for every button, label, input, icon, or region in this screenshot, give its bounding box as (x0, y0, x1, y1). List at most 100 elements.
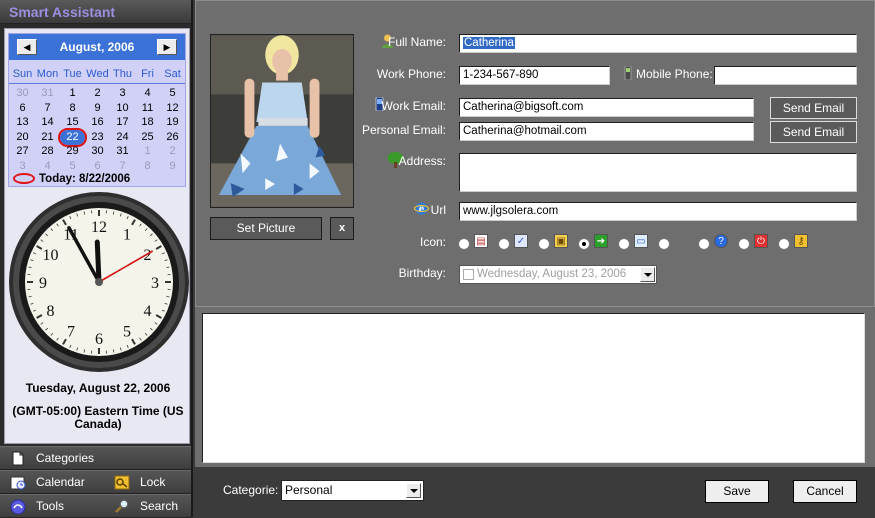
calendar-day[interactable]: 1 (135, 144, 160, 159)
calendar-day[interactable]: 20 (10, 130, 35, 145)
today-link[interactable]: Today: 8/22/2006 (13, 171, 130, 187)
calendar-day[interactable]: 28 (35, 144, 60, 159)
calendar-day[interactable]: 8 (135, 159, 160, 174)
search-icon (114, 499, 130, 514)
exit-arrow-icon: ➔ (594, 234, 608, 248)
notes-textarea[interactable] (202, 313, 865, 463)
calendar-day[interactable]: 30 (85, 144, 110, 159)
nav-row-calendar-lock: Calendar Lock (0, 470, 191, 494)
notes-panel (195, 307, 875, 467)
icon-radio[interactable] (778, 238, 790, 250)
icon-radio[interactable] (458, 238, 470, 250)
work-phone-input[interactable]: 1-234-567-890 (459, 66, 610, 85)
set-picture-button[interactable]: Set Picture (210, 217, 322, 240)
send-work-email-button[interactable]: Send Email (770, 97, 857, 119)
personal-email-input[interactable]: Catherina@hotmail.com (459, 122, 754, 141)
categories-label: Categories (36, 447, 94, 470)
bottom-bar: Categorie: Personal Save Cancel (195, 467, 875, 517)
search-label: Search (140, 495, 178, 518)
icon-radio[interactable] (738, 238, 750, 250)
work-email-input[interactable]: Catherina@bigsoft.com (459, 98, 754, 117)
svg-text:10: 10 (43, 247, 59, 264)
birthday-picker[interactable]: Wednesday, August 23, 2006 (459, 265, 657, 284)
calendar-day[interactable]: 13 (10, 115, 35, 130)
calendar-day[interactable]: 30 (10, 86, 35, 101)
today-circle-icon (13, 173, 35, 184)
send-personal-email-button[interactable]: Send Email (770, 121, 857, 143)
categorie-dropdown-button[interactable] (406, 483, 421, 498)
mobile-phone-input[interactable] (714, 66, 857, 85)
personal-email-label: Personal Email: (362, 123, 446, 137)
today-label: Today: 8/22/2006 (39, 173, 130, 185)
weekday-label: Fri (135, 68, 160, 80)
work-phone-label: Work Phone: (377, 67, 446, 81)
birthday-checkbox[interactable] (463, 269, 474, 280)
date-long: Tuesday, August 22, 2006 (5, 381, 191, 395)
calendar-day[interactable]: 19 (160, 115, 185, 130)
clear-picture-button[interactable]: x (330, 217, 354, 240)
contact-photo (210, 34, 354, 208)
calendar-nav-button[interactable]: Calendar (0, 471, 104, 494)
lock-button[interactable]: Lock (104, 471, 191, 494)
icon-radio[interactable] (578, 238, 590, 250)
calendar-day[interactable]: 6 (10, 101, 35, 116)
internet-explorer-icon: e (414, 201, 429, 216)
icon-radio[interactable] (498, 238, 510, 250)
calendar-day[interactable]: 14 (35, 115, 60, 130)
calendar-day[interactable]: 12 (160, 101, 185, 116)
save-button[interactable]: Save (705, 480, 769, 503)
calendar-day[interactable]: 23 (85, 130, 110, 145)
full-name-input[interactable]: Catherina (459, 34, 857, 53)
prev-month-button[interactable]: ◀ (17, 39, 37, 55)
calendar-day[interactable]: 24 (110, 130, 135, 145)
categorie-select[interactable]: Personal (281, 480, 424, 501)
calendar-day[interactable]: 15 (60, 115, 85, 130)
calendar-day[interactable]: 22 (60, 130, 85, 145)
calendar-day[interactable]: 31 (110, 144, 135, 159)
calendar-day[interactable]: 11 (135, 101, 160, 116)
icon-radio[interactable] (658, 238, 670, 250)
birthday-dropdown-button[interactable] (640, 267, 655, 282)
weekday-label: Mon (35, 68, 60, 80)
calendar-panel: ◀ August, 2006 ▶ Sun Mon Tue Wed Thu Fri… (4, 28, 190, 444)
calendar-day[interactable]: 18 (135, 115, 160, 130)
calendar-day[interactable]: 8 (60, 101, 85, 116)
weekday-label: Wed (85, 68, 110, 80)
next-month-button[interactable]: ▶ (157, 39, 177, 55)
icon-radio[interactable] (618, 238, 630, 250)
calendar-day[interactable]: 5 (160, 86, 185, 101)
sidebar: Smart Assistant ◀ August, 2006 ▶ Sun Mon… (0, 0, 193, 517)
page-icon (10, 451, 26, 466)
calendar-day[interactable]: 25 (135, 130, 160, 145)
calendar-day[interactable]: 4 (135, 86, 160, 101)
url-input[interactable]: www.jlgsolera.com (459, 202, 857, 221)
svg-text:8: 8 (47, 303, 55, 320)
calendar-day[interactable]: 1 (60, 86, 85, 101)
icon-radio[interactable] (538, 238, 550, 250)
calendar-day[interactable]: 27 (10, 144, 35, 159)
calendar-day[interactable]: 2 (85, 86, 110, 101)
calendar-day[interactable]: 17 (110, 115, 135, 130)
calendar-day[interactable]: 9 (85, 101, 110, 116)
calendar-day[interactable]: 21 (35, 130, 60, 145)
calendar-day[interactable]: 7 (35, 101, 60, 116)
birthday-value: Wednesday, August 23, 2006 (477, 266, 626, 283)
svg-text:5: 5 (123, 323, 131, 340)
cancel-button[interactable]: Cancel (793, 480, 857, 503)
calendar-day[interactable]: 31 (35, 86, 60, 101)
calendar-day[interactable]: 9 (160, 159, 185, 174)
calendar-day[interactable]: 29 (60, 144, 85, 159)
calendar-day[interactable]: 2 (160, 144, 185, 159)
calendar-day[interactable]: 3 (110, 86, 135, 101)
calendar-icon (10, 475, 26, 490)
icon-radio[interactable] (698, 238, 710, 250)
calendar-day[interactable]: 26 (160, 130, 185, 145)
tools-button[interactable]: Tools (0, 495, 104, 518)
search-button[interactable]: Search (104, 495, 191, 518)
weekday-label: Thu (110, 68, 135, 80)
categories-button[interactable]: Categories (0, 447, 191, 470)
address-input[interactable] (459, 153, 857, 192)
calendar-day[interactable]: 10 (110, 101, 135, 116)
calendar-header: ◀ August, 2006 ▶ (9, 34, 185, 60)
calendar-day[interactable]: 16 (85, 115, 110, 130)
